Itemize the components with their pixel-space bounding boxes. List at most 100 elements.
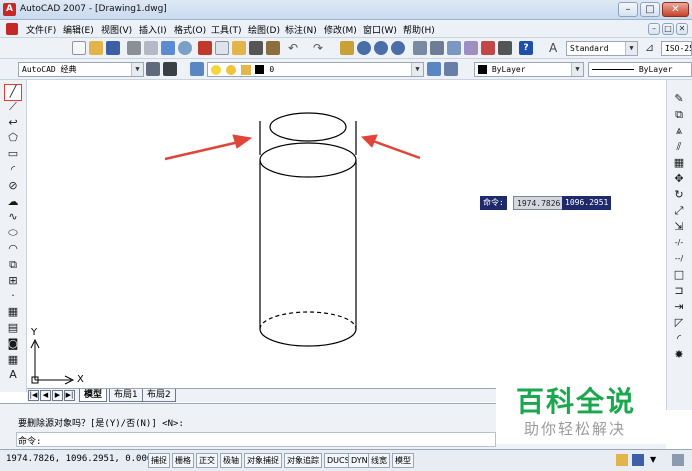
- zoom-previous-icon[interactable]: [391, 41, 405, 55]
- publish-icon[interactable]: [161, 41, 175, 55]
- tab-layout1[interactable]: 布局1: [109, 389, 143, 402]
- polyline-icon[interactable]: ↩: [6, 116, 20, 130]
- last-layout-button[interactable]: ▶|: [64, 390, 75, 401]
- match-properties-icon[interactable]: [249, 41, 263, 55]
- communication-center-icon[interactable]: [632, 454, 644, 466]
- plot-icon[interactable]: [127, 41, 141, 55]
- menu-modify[interactable]: 修改(M): [324, 23, 357, 36]
- join-icon[interactable]: ⇥: [672, 300, 686, 314]
- revision-cloud-icon[interactable]: ☁: [6, 195, 20, 209]
- undo-icon[interactable]: ↶: [288, 41, 302, 55]
- first-layout-button[interactable]: |◀: [28, 390, 39, 401]
- gradient-icon[interactable]: ▤: [6, 321, 20, 335]
- workspace-save-icon[interactable]: [163, 62, 177, 76]
- color-select[interactable]: ByLayer ▼: [474, 62, 584, 77]
- 3d-dwf-icon[interactable]: [178, 41, 192, 55]
- fillet-icon[interactable]: ◜: [672, 332, 686, 346]
- linetype-select[interactable]: ByLayer: [588, 62, 692, 77]
- chamfer-icon[interactable]: ◸: [672, 316, 686, 330]
- next-layout-button[interactable]: ▶: [52, 390, 63, 401]
- minimize-button[interactable]: –: [618, 2, 638, 17]
- workspace-settings-icon[interactable]: [146, 62, 160, 76]
- move-icon[interactable]: ✥: [672, 172, 686, 186]
- table-icon[interactable]: ▦: [6, 353, 20, 367]
- save-icon[interactable]: [106, 41, 120, 55]
- rotate-icon[interactable]: ↻: [672, 188, 686, 202]
- document-icon[interactable]: [6, 23, 18, 35]
- prev-layout-button[interactable]: ◀: [40, 390, 51, 401]
- model-toggle[interactable]: 模型: [392, 453, 414, 468]
- spline-icon[interactable]: ∿: [6, 210, 20, 224]
- polygon-icon[interactable]: ⬠: [6, 131, 20, 145]
- snap-toggle[interactable]: 捕捉: [148, 453, 170, 468]
- copy-icon[interactable]: ⧉: [672, 108, 686, 122]
- doc-close-button[interactable]: ✕: [676, 23, 688, 35]
- construction-line-icon[interactable]: ⟋: [6, 100, 20, 114]
- menu-file[interactable]: 文件(F): [26, 23, 56, 36]
- autocad-app-icon[interactable]: A: [3, 3, 16, 16]
- layer-previous-icon[interactable]: [444, 62, 458, 76]
- menu-help[interactable]: 帮助(H): [403, 23, 435, 36]
- array-icon[interactable]: ▦: [672, 156, 686, 170]
- menu-dimension[interactable]: 标注(N): [285, 23, 317, 36]
- arc-icon[interactable]: ◜: [6, 163, 20, 177]
- copy-clip-icon[interactable]: [215, 41, 229, 55]
- make-block-icon[interactable]: ⊞: [6, 274, 20, 288]
- dynamic-input-y[interactable]: 1096.2951: [562, 196, 612, 210]
- menu-window[interactable]: 窗口(W): [363, 23, 397, 36]
- tab-model[interactable]: 模型: [79, 389, 108, 402]
- sheet-set-icon[interactable]: [464, 41, 478, 55]
- dim-style-select[interactable]: ISO-25: [661, 41, 692, 56]
- tab-layout2[interactable]: 布局2: [142, 389, 176, 402]
- menu-insert[interactable]: 插入(I): [139, 23, 167, 36]
- trim-icon[interactable]: -/-: [672, 236, 686, 250]
- menu-format[interactable]: 格式(O): [174, 23, 206, 36]
- hatch-icon[interactable]: ▦: [6, 305, 20, 319]
- block-editor-icon[interactable]: [266, 41, 280, 55]
- calculator-icon[interactable]: [498, 41, 512, 55]
- clean-screen-icon[interactable]: [672, 454, 684, 466]
- workspace-select[interactable]: AutoCAD 经典 ▼: [18, 62, 144, 77]
- rectangle-icon[interactable]: ▭: [6, 147, 20, 161]
- extend-icon[interactable]: --/: [672, 252, 686, 266]
- insert-block-icon[interactable]: ⧉: [6, 258, 20, 272]
- region-icon[interactable]: ◙: [6, 337, 20, 351]
- dim-style-icon[interactable]: ⊿: [645, 41, 659, 55]
- ellipse-icon[interactable]: ⬭: [6, 226, 20, 240]
- make-layer-current-icon[interactable]: [427, 62, 441, 76]
- doc-restore-button[interactable]: □: [662, 23, 674, 35]
- tool-palettes-icon[interactable]: [447, 41, 461, 55]
- ellipse-arc-icon[interactable]: ◠: [6, 242, 20, 256]
- chevron-down-icon[interactable]: ▼: [650, 455, 656, 464]
- lineweight-toggle[interactable]: 线宽: [368, 453, 390, 468]
- scale-icon[interactable]: ⤢: [672, 204, 686, 218]
- erase-icon[interactable]: ✎: [672, 92, 686, 106]
- mirror-icon[interactable]: ⩓: [672, 124, 686, 138]
- menu-tools[interactable]: 工具(T): [211, 23, 242, 36]
- design-center-icon[interactable]: [430, 41, 444, 55]
- drawing-canvas[interactable]: Y X 命令: 1974.7826 1096.2951: [27, 80, 666, 388]
- layer-manager-icon[interactable]: [190, 62, 204, 76]
- help-icon[interactable]: ?: [519, 41, 533, 55]
- circle-icon[interactable]: ⊘: [6, 179, 20, 193]
- pan-icon[interactable]: [340, 41, 354, 55]
- break-at-point-icon[interactable]: □: [672, 268, 686, 282]
- layer-select[interactable]: 0 ▼: [207, 62, 424, 77]
- doc-minimize-button[interactable]: –: [648, 23, 660, 35]
- close-button[interactable]: ✕: [662, 2, 689, 17]
- otrack-toggle[interactable]: 对象追踪: [284, 453, 322, 468]
- multiline-text-icon[interactable]: A: [6, 368, 20, 382]
- offset-icon[interactable]: ⫽: [672, 140, 686, 154]
- zoom-realtime-icon[interactable]: [357, 41, 371, 55]
- polar-toggle[interactable]: 极轴: [220, 453, 242, 468]
- point-icon[interactable]: ·: [6, 289, 20, 303]
- markup-icon[interactable]: [481, 41, 495, 55]
- text-style-icon[interactable]: A: [549, 41, 563, 55]
- command-input[interactable]: [16, 432, 496, 447]
- stretch-icon[interactable]: ⇲: [672, 220, 686, 234]
- redo-icon[interactable]: ↷: [313, 41, 327, 55]
- text-style-select[interactable]: Standard ▼: [566, 41, 638, 56]
- open-icon[interactable]: [89, 41, 103, 55]
- dynamic-input-x[interactable]: 1974.7826: [513, 196, 565, 210]
- grid-toggle[interactable]: 栅格: [172, 453, 194, 468]
